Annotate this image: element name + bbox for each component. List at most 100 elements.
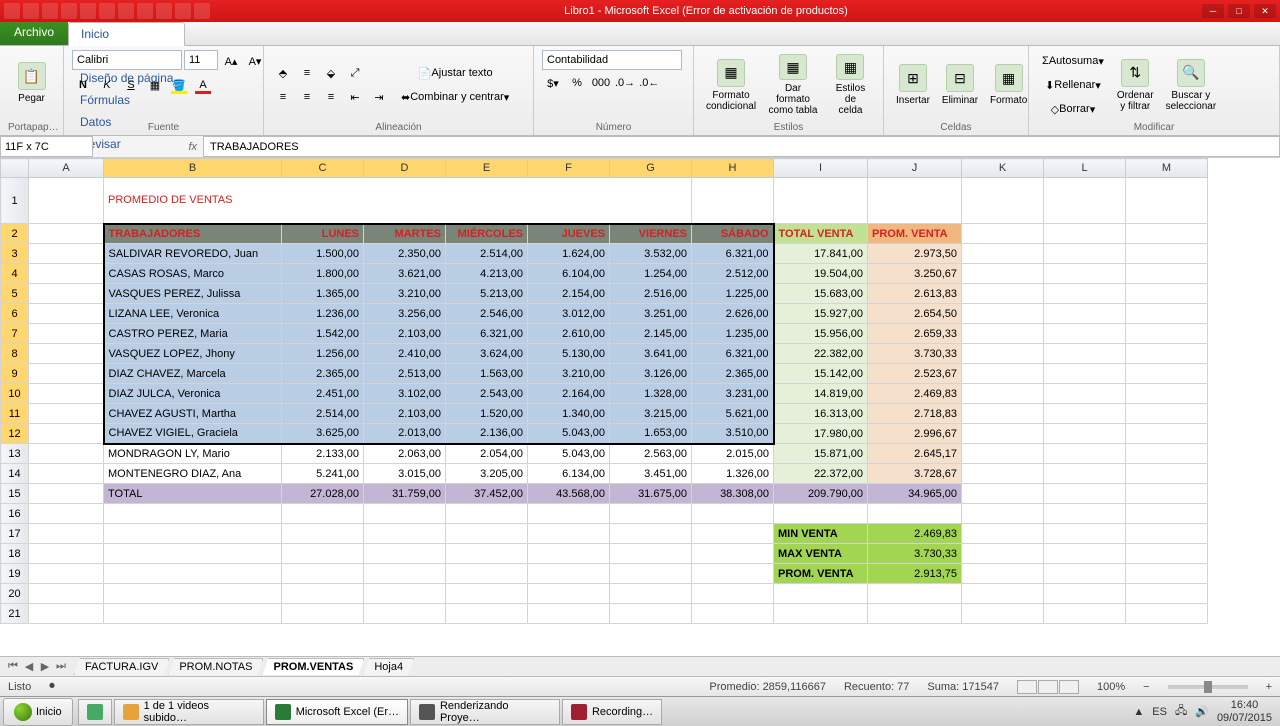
cell[interactable] <box>774 178 868 224</box>
column-header[interactable]: L <box>1044 159 1126 178</box>
format-cells-button[interactable]: ▦Formato <box>986 52 1031 118</box>
cell[interactable] <box>282 604 364 624</box>
cell[interactable]: 2.410,00 <box>364 344 446 364</box>
cell[interactable] <box>610 604 692 624</box>
cell[interactable]: 17.841,00 <box>774 244 868 264</box>
cell[interactable] <box>962 584 1044 604</box>
row-header[interactable]: 12 <box>1 424 29 444</box>
cell[interactable] <box>962 224 1044 244</box>
cell[interactable]: 6.321,00 <box>692 344 774 364</box>
format-as-table-button[interactable]: ▦Dar formato como tabla <box>764 52 822 118</box>
row-header[interactable]: 1 <box>1 178 29 224</box>
row-header[interactable]: 8 <box>1 344 29 364</box>
cell[interactable] <box>528 584 610 604</box>
cell[interactable]: 3.730,33 <box>868 544 962 564</box>
cell[interactable] <box>1126 244 1208 264</box>
cell[interactable] <box>610 544 692 564</box>
qat-sort-desc-icon[interactable] <box>156 3 172 19</box>
qat-more-icon[interactable] <box>194 3 210 19</box>
zoom-in-button[interactable]: + <box>1266 681 1272 693</box>
sort-filter-button[interactable]: ⇅Ordenar y filtrar <box>1113 52 1158 118</box>
align-top-button[interactable]: ⬘ <box>272 62 294 84</box>
cell[interactable] <box>962 384 1044 404</box>
cell[interactable] <box>774 584 868 604</box>
cell[interactable] <box>528 524 610 544</box>
cell[interactable]: 16.313,00 <box>774 404 868 424</box>
cell[interactable]: 1.520,00 <box>446 404 528 424</box>
cell[interactable]: 2.546,00 <box>446 304 528 324</box>
row-header[interactable]: 10 <box>1 384 29 404</box>
cell[interactable]: 1.624,00 <box>528 244 610 264</box>
percent-button[interactable]: % <box>566 72 588 94</box>
cell[interactable] <box>29 444 104 464</box>
cell[interactable]: 2.654,50 <box>868 304 962 324</box>
view-normal-button[interactable] <box>1017 680 1037 694</box>
find-select-button[interactable]: 🔍Buscar y seleccionar <box>1162 52 1221 118</box>
cell[interactable]: VASQUES PEREZ, Julissa <box>104 284 282 304</box>
cell[interactable]: 1.326,00 <box>692 464 774 484</box>
fill-color-button[interactable]: 🪣 <box>168 74 190 96</box>
column-header[interactable]: B <box>104 159 282 178</box>
cell[interactable]: 3.728,67 <box>868 464 962 484</box>
cell[interactable]: 3.215,00 <box>610 404 692 424</box>
row-header[interactable]: 6 <box>1 304 29 324</box>
cell[interactable]: CHAVEZ AGUSTI, Martha <box>104 404 282 424</box>
cell[interactable]: 38.308,00 <box>692 484 774 504</box>
cell[interactable]: 1.563,00 <box>446 364 528 384</box>
cell[interactable] <box>1044 484 1126 504</box>
cell[interactable]: 2.512,00 <box>692 264 774 284</box>
font-size-select[interactable] <box>184 50 218 70</box>
cell[interactable] <box>962 304 1044 324</box>
cell[interactable] <box>1126 344 1208 364</box>
cell[interactable]: 15.871,00 <box>774 444 868 464</box>
cell[interactable] <box>962 464 1044 484</box>
cell[interactable] <box>1044 324 1126 344</box>
cell[interactable]: 1.328,00 <box>610 384 692 404</box>
cell[interactable] <box>104 544 282 564</box>
cell[interactable] <box>1126 584 1208 604</box>
cell[interactable]: 2.513,00 <box>364 364 446 384</box>
spreadsheet[interactable]: ABCDEFGHIJKLM1PROMEDIO DE VENTAS2TRABAJA… <box>0 158 1280 656</box>
paste-button[interactable]: 📋 Pegar <box>8 50 55 116</box>
cell[interactable]: 5.213,00 <box>446 284 528 304</box>
cell[interactable] <box>962 324 1044 344</box>
cell[interactable]: 1.365,00 <box>282 284 364 304</box>
cell[interactable]: 3.250,67 <box>868 264 962 284</box>
cell[interactable] <box>868 504 962 524</box>
font-color-button[interactable]: A <box>192 74 214 96</box>
cell[interactable] <box>962 524 1044 544</box>
cell[interactable]: 2.610,00 <box>528 324 610 344</box>
cell[interactable] <box>528 544 610 564</box>
cell[interactable] <box>1126 304 1208 324</box>
cell[interactable] <box>774 604 868 624</box>
cell[interactable]: 2.164,00 <box>528 384 610 404</box>
row-header[interactable]: 15 <box>1 484 29 504</box>
number-format-select[interactable] <box>542 50 682 70</box>
cell[interactable] <box>1126 604 1208 624</box>
cell[interactable] <box>868 604 962 624</box>
cell[interactable] <box>1126 484 1208 504</box>
row-header[interactable]: 3 <box>1 244 29 264</box>
minimize-button[interactable]: ─ <box>1202 4 1224 18</box>
cell[interactable] <box>29 284 104 304</box>
cell[interactable]: 3.205,00 <box>446 464 528 484</box>
cell[interactable]: CHAVEZ VIGIEL, Graciela <box>104 424 282 444</box>
autosum-button[interactable]: Σ Autosuma ▾ <box>1037 50 1109 72</box>
cell[interactable] <box>1044 504 1126 524</box>
cell[interactable]: 3.510,00 <box>692 424 774 444</box>
cell[interactable]: PROM. VENTA <box>774 564 868 584</box>
qat-sort-asc-icon[interactable] <box>137 3 153 19</box>
cell[interactable] <box>282 564 364 584</box>
cell[interactable]: 3.231,00 <box>692 384 774 404</box>
qat-undo-icon[interactable] <box>23 3 39 19</box>
ribbon-tab-inicio[interactable]: Inicio <box>68 22 185 46</box>
sheet-nav-last-icon[interactable]: ⏭ <box>54 660 68 673</box>
cell[interactable]: 15.142,00 <box>774 364 868 384</box>
qat-filter-icon[interactable] <box>175 3 191 19</box>
row-header[interactable]: 5 <box>1 284 29 304</box>
cell[interactable] <box>446 544 528 564</box>
start-button[interactable]: Inicio <box>3 698 73 726</box>
sheet-nav-first-icon[interactable]: ⏮ <box>6 660 20 673</box>
cell[interactable] <box>1126 524 1208 544</box>
cell[interactable]: MIN VENTA <box>774 524 868 544</box>
